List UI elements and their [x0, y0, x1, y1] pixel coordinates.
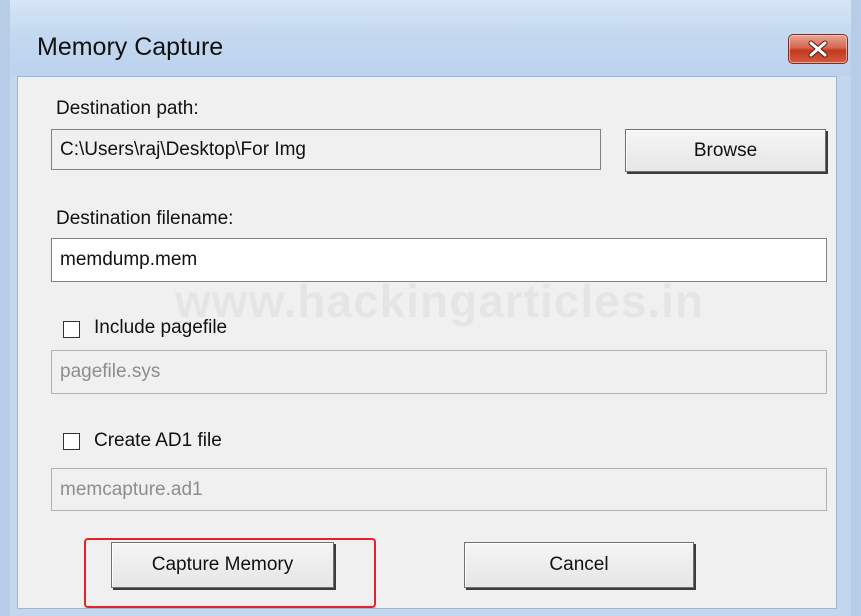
close-icon [808, 40, 828, 58]
dialog-body: www.hackingarticles.in Destination path:… [17, 76, 837, 609]
title-bar[interactable]: Memory Capture [10, 0, 851, 76]
create-ad1-checkbox[interactable] [63, 433, 80, 450]
destination-filename-input[interactable]: memdump.mem [51, 238, 827, 282]
create-ad1-label[interactable]: Create AD1 file [94, 430, 222, 452]
browse-button[interactable]: Browse [625, 129, 826, 172]
destination-filename-label: Destination filename: [56, 208, 234, 229]
cancel-button[interactable]: Cancel [464, 542, 694, 588]
include-pagefile-checkbox[interactable] [63, 321, 80, 338]
pagefile-input[interactable]: pagefile.sys [51, 350, 827, 394]
close-button[interactable] [788, 34, 848, 64]
capture-memory-button[interactable]: Capture Memory [111, 542, 334, 588]
ad1-filename-input[interactable]: memcapture.ad1 [51, 468, 827, 511]
include-pagefile-label[interactable]: Include pagefile [94, 317, 227, 339]
destination-path-label: Destination path: [56, 98, 199, 119]
destination-path-field[interactable]: C:\Users\raj\Desktop\For Img [51, 129, 601, 170]
window-title: Memory Capture [37, 33, 224, 61]
